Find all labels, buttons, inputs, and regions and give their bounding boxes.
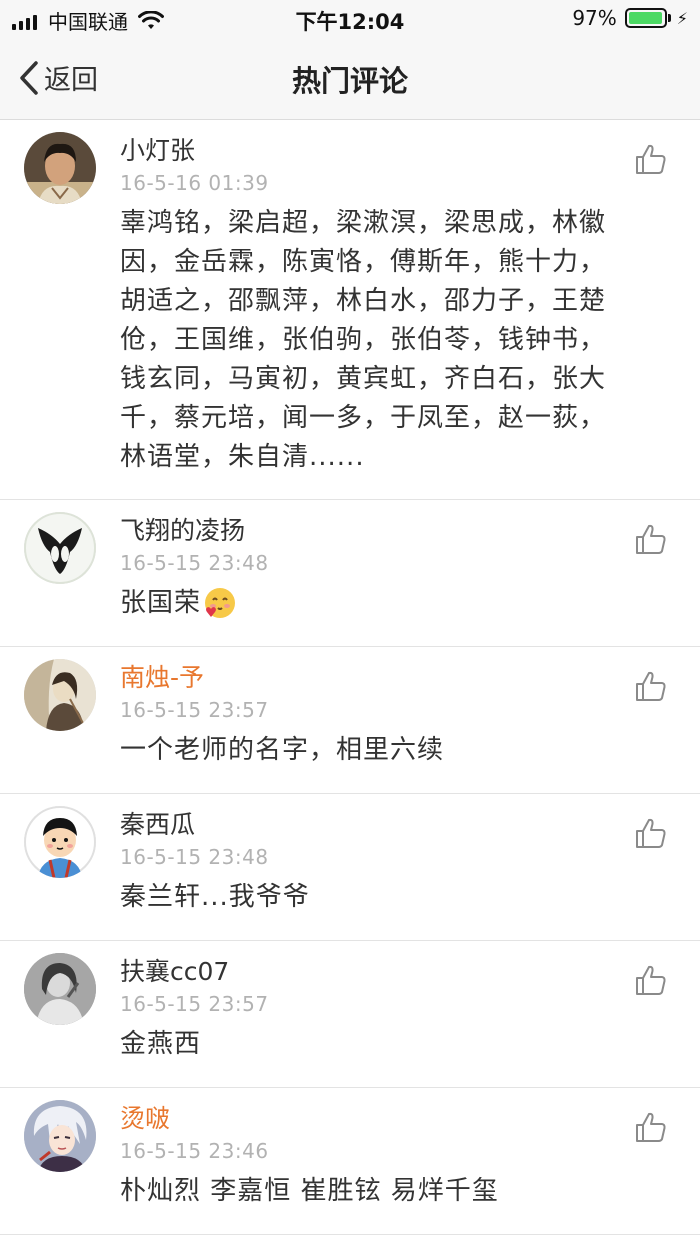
battery-fill [628, 12, 662, 24]
comment-author[interactable]: 小灯张 [120, 120, 630, 166]
thumbs-up-icon[interactable] [634, 142, 668, 176]
status-right: 97% ⚡ [572, 6, 688, 30]
comment-time: 16-5-15 23:48 [120, 551, 269, 575]
comment-item: 秦西瓜 16-5-15 23:48 秦兰轩...我爷爷 [0, 794, 700, 941]
thumbs-up-icon[interactable] [634, 669, 668, 703]
comment-text-content: 张国荣 [120, 588, 202, 618]
comment-author[interactable]: 飞翔的凌扬 [120, 500, 630, 546]
comment-author[interactable]: 扶襄cc07 [120, 941, 630, 987]
comment-item: 扶襄cc07 16-5-15 23:57 金燕西 [0, 941, 700, 1088]
thumbs-up-icon[interactable] [634, 522, 668, 556]
avatar[interactable] [24, 132, 96, 204]
status-bar: 中国联通 下午12:04 97% ⚡ [0, 0, 700, 38]
comment-author[interactable]: 南烛-予 [120, 647, 630, 693]
comment-text: 张国荣 [120, 584, 630, 633]
comment-author[interactable]: 烫啵 [120, 1088, 630, 1134]
nav-bar: 返回 热门评论 [0, 38, 700, 120]
comment-author[interactable]: 秦西瓜 [120, 794, 630, 840]
thumbs-up-icon[interactable] [634, 1110, 668, 1144]
charging-bolt-icon: ⚡ [676, 8, 688, 28]
avatar[interactable] [24, 512, 96, 584]
thumbs-up-icon[interactable] [634, 963, 668, 997]
smile-heart-emoji-icon [205, 587, 236, 618]
comment-text: 辜鸿铭，梁启超，梁漱溟，梁思成，林徽因，金岳霖，陈寅恪，傅斯年，熊十力，胡适之，… [120, 208, 607, 472]
comment-list: 小灯张 16-5-16 01:39 辜鸿铭，梁启超，梁漱溟，梁思成，林徽因，金岳… [0, 120, 700, 1235]
avatar[interactable] [24, 806, 96, 878]
avatar[interactable] [24, 659, 96, 731]
battery-tip [667, 14, 671, 22]
battery-icon [624, 8, 667, 28]
comment-time: 16-5-15 23:57 [120, 698, 269, 722]
comment-time: 16-5-15 23:48 [120, 845, 269, 869]
comment-item: 小灯张 16-5-16 01:39 辜鸿铭，梁启超，梁漱溟，梁思成，林徽因，金岳… [0, 120, 700, 500]
comment-time: 16-5-15 23:57 [120, 992, 269, 1016]
comment-item: 飞翔的凌扬 16-5-15 23:48 张国荣 [0, 500, 700, 647]
comment-time: 16-5-16 01:39 [120, 171, 269, 195]
page-title: 热门评论 [291, 64, 408, 98]
comment-text: 金燕西 [120, 1029, 202, 1059]
comment-item: 烫啵 16-5-15 23:46 朴灿烈 李嘉恒 崔胜铉 易烊千玺 [0, 1088, 700, 1235]
avatar[interactable] [24, 953, 96, 1025]
comment-text: 一个老师的名字，相里六续 [120, 735, 445, 765]
comment-text: 朴灿烈 李嘉恒 崔胜铉 易烊千玺 [120, 1176, 499, 1206]
thumbs-up-icon[interactable] [634, 816, 668, 850]
comment-item: 南烛-予 16-5-15 23:57 一个老师的名字，相里六续 [0, 647, 700, 794]
avatar[interactable] [24, 1100, 96, 1172]
comment-text: 秦兰轩...我爷爷 [120, 882, 310, 912]
comment-time: 16-5-15 23:46 [120, 1139, 269, 1163]
battery-percent: 97% [572, 6, 617, 30]
